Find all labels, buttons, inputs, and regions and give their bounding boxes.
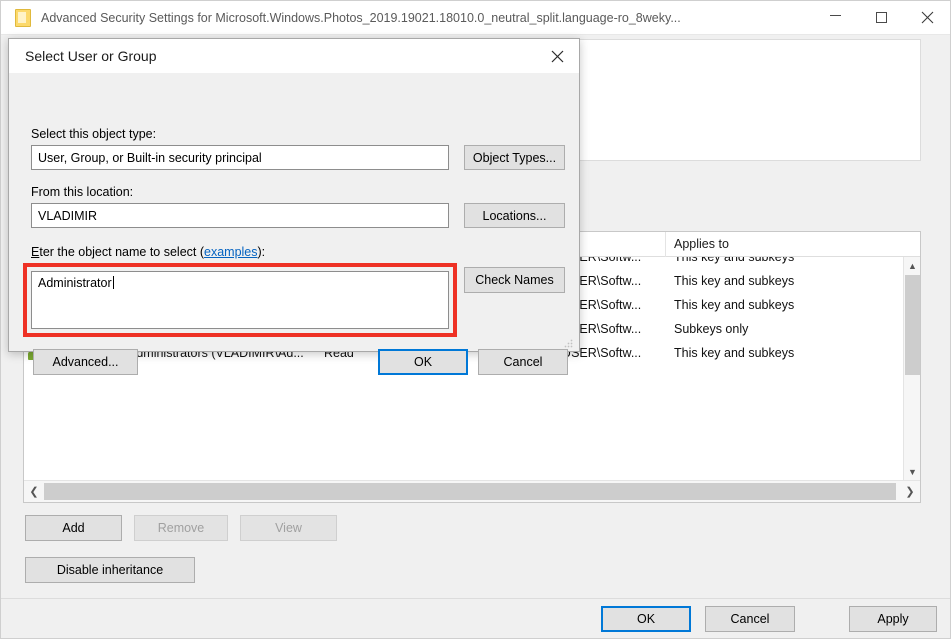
dialog-title-bar: Select User or Group	[9, 39, 579, 73]
text-caret	[113, 276, 114, 289]
add-button[interactable]: Add	[25, 515, 122, 541]
scroll-right-icon[interactable]: ❯	[900, 481, 920, 502]
object-name-label-accel: Eter the object name to select (	[31, 245, 204, 259]
table-vertical-scrollbar[interactable]: ▲ ▼	[903, 257, 920, 480]
row-applies-cell: This key and subkeys	[666, 257, 900, 264]
close-icon	[921, 11, 934, 24]
disable-inheritance-button[interactable]: Disable inheritance	[25, 557, 195, 583]
select-user-or-group-dialog: Select User or Group Select this object …	[8, 38, 580, 352]
object-name-input[interactable]: Administrator	[31, 271, 449, 329]
object-name-label-rest: ter the object name to select (	[39, 245, 204, 259]
minimize-button[interactable]	[812, 1, 858, 34]
window-title: Advanced Security Settings for Microsoft…	[41, 11, 812, 25]
dialog-body: Select this object type: User, Group, or…	[9, 73, 579, 351]
vertical-scroll-thumb[interactable]	[905, 275, 920, 375]
resize-grip-icon[interactable]	[564, 339, 573, 348]
maximize-button[interactable]	[858, 1, 904, 34]
scroll-left-icon[interactable]: ❮	[24, 481, 44, 502]
dialog-footer: OK Cancel Apply	[1, 598, 950, 638]
object-name-label-suffix: ):	[258, 245, 266, 259]
object-type-field[interactable]: User, Group, or Built-in security princi…	[31, 145, 449, 170]
scroll-down-icon[interactable]: ▼	[904, 463, 921, 480]
examples-link[interactable]: examples	[204, 245, 258, 259]
close-button[interactable]	[904, 1, 950, 34]
dialog-cancel-button[interactable]: Cancel	[478, 349, 568, 375]
ok-button[interactable]: OK	[601, 606, 691, 632]
folder-icon	[15, 9, 31, 27]
dialog-close-button[interactable]	[535, 40, 579, 73]
table-horizontal-scrollbar[interactable]: ❮ ❯	[24, 480, 920, 502]
dialog-ok-button[interactable]: OK	[378, 349, 468, 375]
scroll-up-icon[interactable]: ▲	[904, 257, 921, 274]
object-name-value: Administrator	[38, 276, 112, 290]
dialog-title: Select User or Group	[25, 48, 535, 64]
check-names-button[interactable]: Check Names	[464, 267, 565, 293]
location-field[interactable]: VLADIMIR	[31, 203, 449, 228]
object-types-button[interactable]: Object Types...	[464, 145, 565, 170]
row-applies-cell: This key and subkeys	[666, 274, 900, 288]
remove-button: Remove	[134, 515, 228, 541]
close-icon	[550, 49, 565, 64]
row-applies-cell: This key and subkeys	[666, 298, 900, 312]
apply-button[interactable]: Apply	[849, 606, 937, 632]
advanced-button[interactable]: Advanced...	[33, 349, 138, 375]
horizontal-scroll-track[interactable]	[44, 481, 900, 502]
row-applies-cell: Subkeys only	[666, 322, 900, 336]
window-title-bar: Advanced Security Settings for Microsoft…	[1, 1, 950, 35]
location-label: From this location:	[31, 185, 133, 199]
horizontal-scroll-thumb[interactable]	[44, 483, 896, 500]
object-name-label: Eter the object name to select (examples…	[31, 245, 265, 259]
object-name-annotation-highlight: Administrator	[23, 263, 457, 337]
view-button: View	[240, 515, 337, 541]
object-type-label: Select this object type:	[31, 127, 156, 141]
row-applies-cell: This key and subkeys	[666, 346, 900, 360]
locations-button[interactable]: Locations...	[464, 203, 565, 228]
column-header-applies-to[interactable]: Applies to	[666, 232, 900, 257]
cancel-button[interactable]: Cancel	[705, 606, 795, 632]
